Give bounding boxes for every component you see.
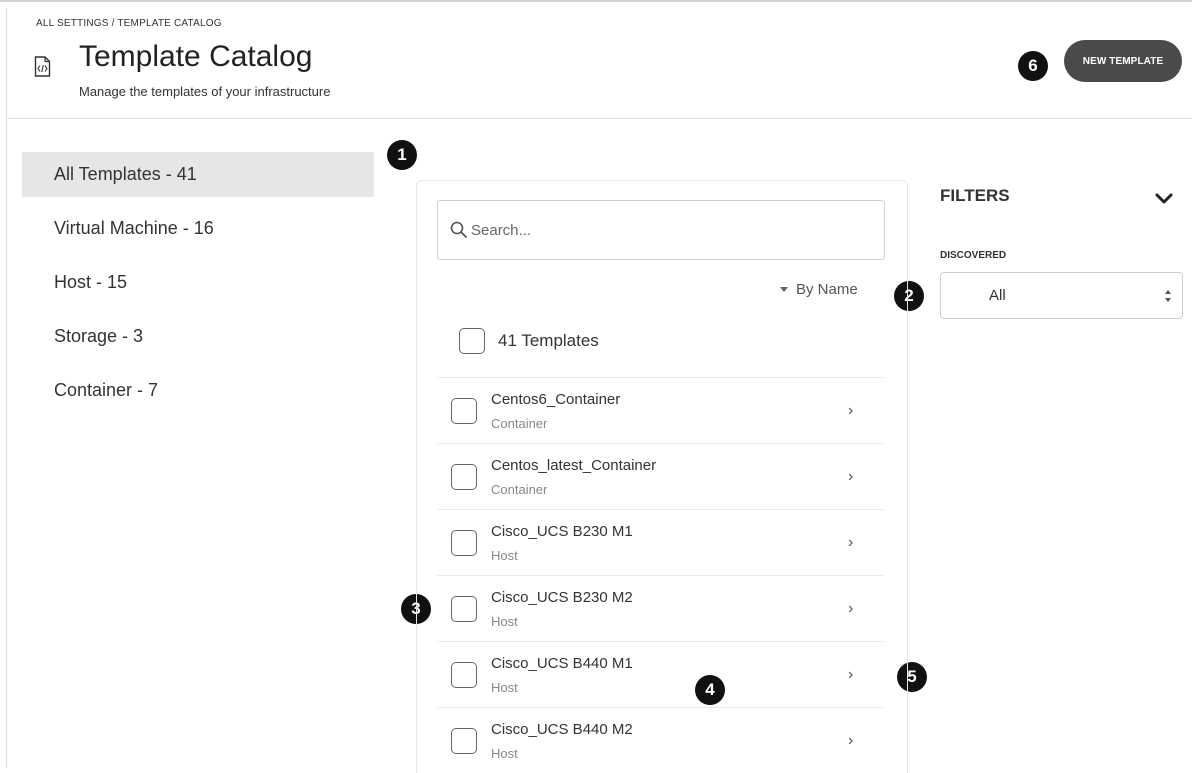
template-row[interactable]: Centos_latest_Container Container ›: [437, 443, 884, 509]
window-left-border: [6, 8, 7, 768]
search-icon: [450, 221, 467, 238]
callout-marker: 1: [387, 140, 417, 170]
select-arrows-icon: [1165, 290, 1171, 302]
discovered-label: DISCOVERED: [940, 250, 1007, 261]
template-row[interactable]: Cisco_UCS B230 M1 Host ›: [437, 509, 884, 575]
template-name: Cisco_UCS B230 M1: [491, 523, 633, 540]
template-type: Host: [491, 746, 518, 761]
template-row[interactable]: Cisco_UCS B440 M1 Host ›: [437, 641, 884, 707]
sidebar-item-storage[interactable]: Storage - 3: [22, 314, 374, 359]
sort-label: By Name: [796, 281, 858, 298]
sort-caret-icon: [780, 287, 788, 292]
filters-heading: FILTERS: [940, 186, 1010, 205]
page-title: Template Catalog: [79, 40, 313, 73]
template-row[interactable]: Centos6_Container Container ›: [437, 377, 884, 443]
select-all-row: 41 Templates: [459, 328, 599, 354]
chevron-right-icon[interactable]: ›: [848, 468, 853, 486]
callout-marker: 6: [1018, 51, 1048, 81]
template-name: Centos6_Container: [491, 391, 621, 408]
header-divider: [8, 118, 1192, 119]
chevron-right-icon[interactable]: ›: [848, 402, 853, 420]
discovered-select[interactable]: All: [940, 272, 1183, 319]
chevron-right-icon[interactable]: ›: [848, 600, 853, 618]
template-row[interactable]: Cisco_UCS B440 M2 Host ›: [437, 707, 884, 773]
template-type: Host: [491, 548, 518, 563]
sidebar-item-virtual-machine[interactable]: Virtual Machine - 16: [22, 206, 374, 251]
sidebar-item-host[interactable]: Host - 15: [22, 260, 374, 305]
template-name: Cisco_UCS B440 M1: [491, 655, 633, 672]
template-type: Container: [491, 482, 548, 497]
template-name: Cisco_UCS B440 M2: [491, 721, 633, 738]
breadcrumb[interactable]: ALL SETTINGS / TEMPLATE CATALOG: [36, 18, 222, 29]
template-row[interactable]: Cisco_UCS B230 M2 Host ›: [437, 575, 884, 641]
template-type: Host: [491, 680, 518, 695]
row-checkbox[interactable]: [451, 464, 477, 490]
search-input[interactable]: [471, 221, 871, 239]
template-count-label: 41 Templates: [498, 331, 599, 350]
row-checkbox[interactable]: [451, 398, 477, 424]
row-checkbox[interactable]: [451, 728, 477, 754]
template-name: Centos_latest_Container: [491, 457, 657, 474]
row-checkbox[interactable]: [451, 662, 477, 688]
page-subtitle: Manage the templates of your infrastruct…: [79, 84, 331, 99]
chevron-right-icon[interactable]: ›: [848, 732, 853, 750]
template-category-sidebar: All Templates - 41 Virtual Machine - 16 …: [22, 152, 374, 422]
template-type: Host: [491, 614, 518, 629]
new-template-button[interactable]: NEW TEMPLATE: [1064, 40, 1182, 82]
sort-by-name-toggle[interactable]: By Name: [780, 281, 858, 298]
discovered-selected-value: All: [989, 287, 1006, 304]
chevron-down-icon[interactable]: [1152, 190, 1176, 208]
row-checkbox[interactable]: [451, 530, 477, 556]
template-list: Centos6_Container Container › Centos_lat…: [437, 377, 884, 773]
search-box[interactable]: [437, 200, 885, 260]
chevron-right-icon[interactable]: ›: [848, 666, 853, 684]
select-all-checkbox[interactable]: [459, 328, 485, 354]
chevron-right-icon[interactable]: ›: [848, 534, 853, 552]
sidebar-item-container[interactable]: Container - 7: [22, 368, 374, 413]
sidebar-item-all-templates[interactable]: All Templates - 41: [22, 152, 374, 197]
window-top-border: [0, 0, 1192, 8]
template-type: Container: [491, 416, 548, 431]
code-file-icon: [34, 56, 51, 77]
template-name: Cisco_UCS B230 M2: [491, 589, 633, 606]
row-checkbox[interactable]: [451, 596, 477, 622]
